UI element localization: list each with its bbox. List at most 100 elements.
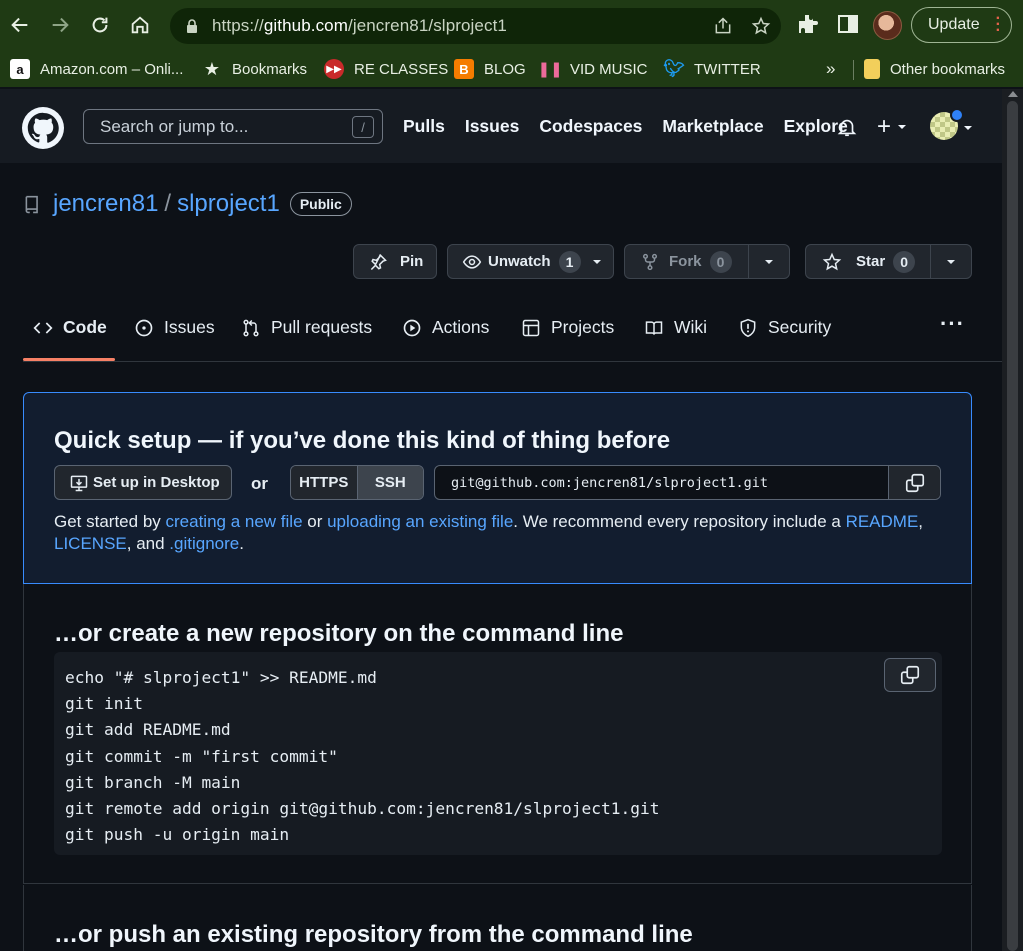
- star-icon: ★: [203, 58, 221, 79]
- new-repo-code-block: echo "# slproject1" >> README.md git ini…: [54, 652, 942, 855]
- code-line: git branch -M main: [65, 772, 241, 792]
- bell-icon[interactable]: [836, 116, 858, 138]
- shield-icon: [740, 318, 756, 337]
- folder-icon: [864, 59, 880, 79]
- bookmark-re-classes[interactable]: ▶▶ RE CLASSES: [324, 57, 448, 81]
- code-line: git commit -m "first commit": [65, 746, 338, 766]
- license-link[interactable]: LICENSE: [54, 534, 127, 553]
- page-scrollbar[interactable]: [1002, 89, 1023, 951]
- fork-count: 0: [709, 250, 732, 273]
- creating-new-file-link[interactable]: creating a new file: [166, 512, 303, 531]
- side-panel-icon[interactable]: [836, 12, 860, 41]
- bookmark-vid-music[interactable]: ❚❚ VID MUSIC: [537, 57, 647, 81]
- nav-issues[interactable]: Issues: [465, 116, 519, 137]
- fork-dropdown-button[interactable]: [747, 245, 789, 278]
- code-icon: [33, 321, 53, 334]
- tab-label: Code: [63, 317, 107, 337]
- tab-code[interactable]: Code: [33, 317, 107, 338]
- other-bookmarks-label: Other bookmarks: [890, 60, 1006, 78]
- star-button[interactable]: Star 0: [805, 244, 972, 279]
- music-icon: ❚❚: [537, 61, 563, 78]
- share-icon[interactable]: [713, 16, 733, 36]
- forward-icon[interactable]: [40, 5, 80, 45]
- scroll-up-icon[interactable]: [1008, 91, 1018, 97]
- tab-label: Issues: [164, 317, 215, 337]
- nav-pulls[interactable]: Pulls: [403, 116, 445, 137]
- repo-owner-link[interactable]: jencren81: [53, 190, 158, 218]
- tab-wiki[interactable]: Wiki: [644, 317, 707, 338]
- fork-icon: [642, 253, 658, 270]
- pin-button[interactable]: Pin: [353, 244, 437, 279]
- tab-label: Actions: [432, 317, 490, 337]
- red-circle-icon: ▶▶: [324, 59, 344, 79]
- search-input[interactable]: Search or jump to... /: [83, 109, 383, 144]
- repo-name-link[interactable]: slproject1: [177, 190, 280, 218]
- fork-button[interactable]: Fork 0: [624, 244, 790, 279]
- profile-avatar[interactable]: [873, 11, 902, 40]
- tab-actions[interactable]: Actions: [402, 317, 489, 338]
- new-repo-section: …or create a new repository on the comma…: [23, 584, 972, 884]
- quick-setup-panel: Quick setup — if you’ve done this kind o…: [23, 392, 972, 584]
- copy-url-button[interactable]: [888, 466, 940, 499]
- setup-in-desktop-button[interactable]: Set up in Desktop: [54, 465, 232, 500]
- bookmark-bookmarks[interactable]: ★ Bookmarks: [202, 57, 307, 81]
- ssh-button[interactable]: SSH: [356, 466, 423, 499]
- code-line: git add README.md: [65, 720, 231, 740]
- uploading-file-link[interactable]: uploading an existing file: [327, 512, 513, 531]
- nav-codespaces[interactable]: Codespaces: [539, 116, 642, 137]
- bookmark-blog[interactable]: B BLOG: [454, 57, 526, 81]
- tab-label: Projects: [551, 317, 615, 337]
- extensions-icon[interactable]: [796, 12, 820, 41]
- bookmarks-overflow-button[interactable]: »: [826, 57, 835, 81]
- chevron-down-icon: [898, 125, 907, 129]
- bookmark-label: Amazon.com – Onli...: [40, 60, 184, 78]
- clone-url-text: git@github.com:jencren81/slproject1.git: [451, 474, 768, 491]
- copy-code-button[interactable]: [884, 658, 936, 692]
- tab-projects[interactable]: Projects: [521, 317, 614, 338]
- other-bookmarks[interactable]: Other bookmarks: [864, 57, 1005, 81]
- gitignore-link[interactable]: .gitignore: [169, 534, 239, 553]
- github-header: Search or jump to... / Pulls Issues Code…: [0, 89, 1002, 163]
- quick-setup-title: Quick setup — if you’ve done this kind o…: [54, 427, 671, 454]
- pull-request-icon: [243, 319, 259, 336]
- address-bar[interactable]: https://github.com/jencren81/slproject1: [170, 8, 781, 44]
- unwatch-button[interactable]: Unwatch 1: [447, 244, 614, 279]
- github-logo-icon[interactable]: [22, 107, 64, 149]
- fork-main[interactable]: Fork 0: [625, 250, 748, 273]
- nav-marketplace[interactable]: Marketplace: [662, 116, 763, 137]
- tab-issues[interactable]: Issues: [134, 317, 215, 338]
- readme-link[interactable]: README: [846, 512, 919, 531]
- clone-url-field[interactable]: git@github.com:jencren81/slproject1.git: [434, 465, 941, 500]
- repo-separator: /: [164, 190, 172, 217]
- code-line: git push -u origin main: [65, 825, 290, 845]
- star-dropdown-button[interactable]: [930, 245, 971, 278]
- tabs-more-button[interactable]: ···: [940, 311, 965, 337]
- chevron-down-icon: [764, 259, 773, 264]
- https-button[interactable]: HTTPS: [291, 466, 357, 499]
- play-circle-icon: [403, 319, 421, 336]
- bookmark-twitter[interactable]: 🐦︎ TWITTER: [663, 57, 760, 81]
- push-existing-title: …or push an existing repository from the…: [54, 921, 693, 948]
- star-main[interactable]: Star 0: [806, 250, 930, 273]
- back-icon[interactable]: [0, 5, 40, 45]
- code-line: git remote add origin git@github.com:jen…: [65, 799, 660, 819]
- tab-pull-requests[interactable]: Pull requests: [241, 317, 372, 338]
- bookmark-label: Bookmarks: [232, 60, 308, 78]
- tab-security[interactable]: Security: [738, 317, 831, 338]
- star-bookmark-icon[interactable]: [751, 16, 771, 36]
- chevron-down-icon: [592, 259, 601, 264]
- bookmark-amazon[interactable]: a Amazon.com – Onli...: [10, 57, 183, 81]
- scroll-thumb[interactable]: [1007, 101, 1018, 951]
- active-tab-indicator: [23, 358, 115, 361]
- reload-icon[interactable]: [80, 5, 120, 45]
- url-text: https://github.com/jencren81/slproject1: [212, 16, 507, 35]
- desktop-label: Set up in Desktop: [93, 474, 220, 491]
- home-icon[interactable]: [120, 5, 160, 45]
- update-button[interactable]: Update · · ·: [911, 7, 1012, 43]
- blogger-icon: B: [454, 59, 474, 79]
- bookmark-label: BLOG: [484, 60, 526, 78]
- pin-label: Pin: [400, 253, 424, 270]
- fork-label: Fork: [669, 253, 702, 270]
- avatar-chevron-down-icon[interactable]: [962, 122, 974, 134]
- create-new-button[interactable]: +: [877, 113, 908, 141]
